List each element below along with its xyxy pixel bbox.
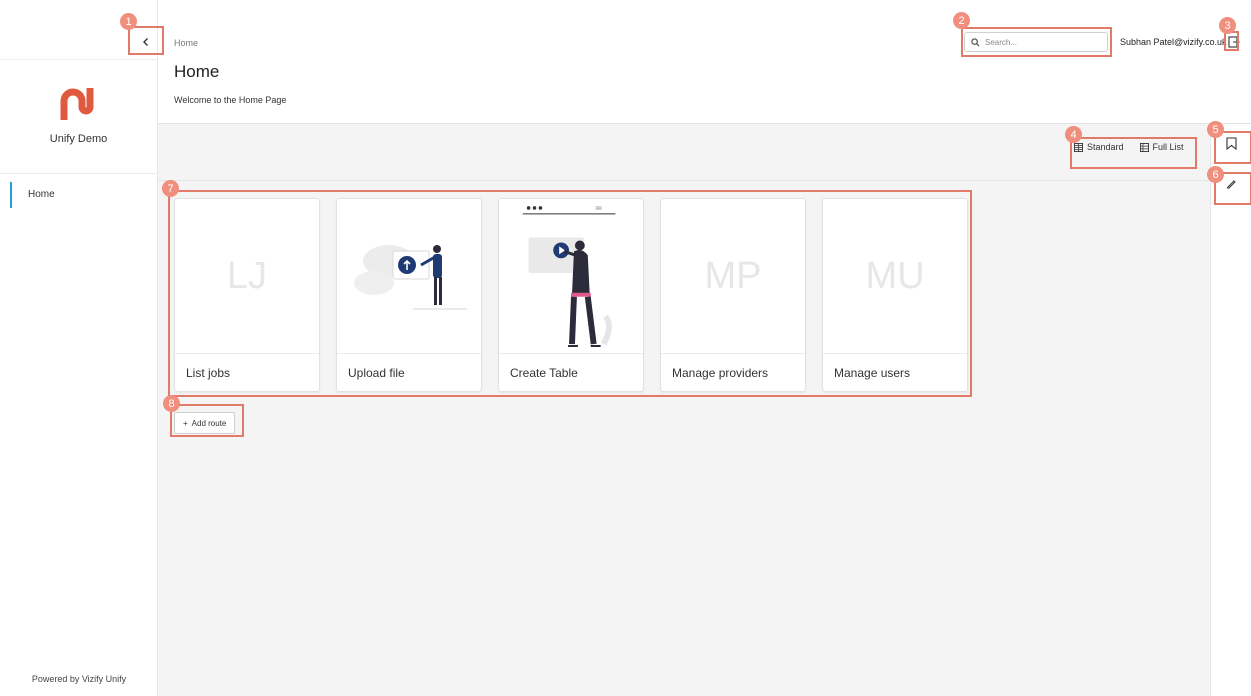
plus-icon: +	[183, 418, 188, 428]
card-thumbnail	[499, 199, 643, 354]
brand-name: Unify Demo	[49, 133, 108, 145]
logout-icon[interactable]	[1227, 35, 1241, 49]
brand: Unify Demo	[0, 60, 157, 174]
add-route-label: Add route	[191, 418, 227, 428]
sidebar-item-home[interactable]: Home	[0, 176, 157, 212]
header: Home Home Welcome to the Home Page Subha…	[158, 0, 1251, 124]
card-thumbnail	[337, 199, 481, 354]
card-label: Manage users	[834, 365, 911, 380]
list-icon	[1139, 142, 1149, 152]
active-indicator	[10, 182, 12, 208]
card-label: Create Table	[510, 365, 578, 380]
sidebar-item-label: Home	[28, 188, 55, 200]
bookmark-button[interactable]	[1211, 124, 1251, 164]
card-thumbnail: LJ	[175, 199, 319, 354]
add-route-button[interactable]: + Add route	[174, 412, 236, 434]
page-subtitle: Welcome to the Home Page	[174, 95, 287, 105]
route-card[interactable]: Create Table	[498, 198, 644, 392]
create-table-illustration	[522, 206, 616, 348]
view-standard-label: Standard	[1087, 142, 1124, 152]
card-label: Manage providers	[672, 365, 769, 380]
card-label: List jobs	[186, 365, 231, 380]
route-card[interactable]: MP Manage providers	[660, 198, 806, 392]
edit-button[interactable]	[1211, 164, 1251, 204]
search-box[interactable]	[964, 32, 1108, 52]
view-full-list-button[interactable]: Full List	[1139, 142, 1184, 152]
sidebar: Unify Demo Home Powered by Vizify Unify	[0, 0, 158, 696]
route-card[interactable]: Upload file	[336, 198, 482, 392]
view-full-list-label: Full List	[1152, 142, 1184, 152]
page-title: Home	[174, 62, 220, 81]
view-toolbar: Standard Full List	[158, 124, 1210, 181]
card-thumbnail: MU	[823, 199, 967, 354]
main-content: Standard Full List LJ List jobs Upload f…	[158, 124, 1210, 696]
card-initials: LJ	[226, 254, 268, 297]
route-card[interactable]: LJ List jobs	[174, 198, 320, 392]
upload-illustration	[354, 245, 467, 310]
right-rail	[1210, 124, 1251, 696]
view-switch: Standard Full List	[1074, 142, 1184, 152]
card-initials: MP	[704, 254, 762, 297]
route-card[interactable]: MU Manage users	[822, 198, 968, 392]
card-label: Upload file	[348, 365, 405, 380]
search-icon	[971, 37, 980, 46]
grid-icon	[1074, 142, 1083, 152]
sidebar-topbar	[0, 0, 157, 60]
pencil-icon	[1226, 180, 1236, 189]
bookmark-icon	[1225, 137, 1237, 150]
route-cards: LJ List jobs Upload file Create Table MP…	[174, 198, 968, 392]
powered-by: Powered by Vizify Unify	[31, 674, 127, 684]
view-standard-button[interactable]: Standard	[1074, 142, 1124, 152]
card-thumbnail: MP	[661, 199, 805, 354]
search-input[interactable]	[985, 37, 1095, 47]
breadcrumb[interactable]: Home	[174, 38, 198, 48]
brand-logo	[60, 88, 93, 120]
card-initials: MU	[865, 254, 925, 297]
user-email: Subhan Patel@vizify.co.uk	[1120, 37, 1227, 47]
